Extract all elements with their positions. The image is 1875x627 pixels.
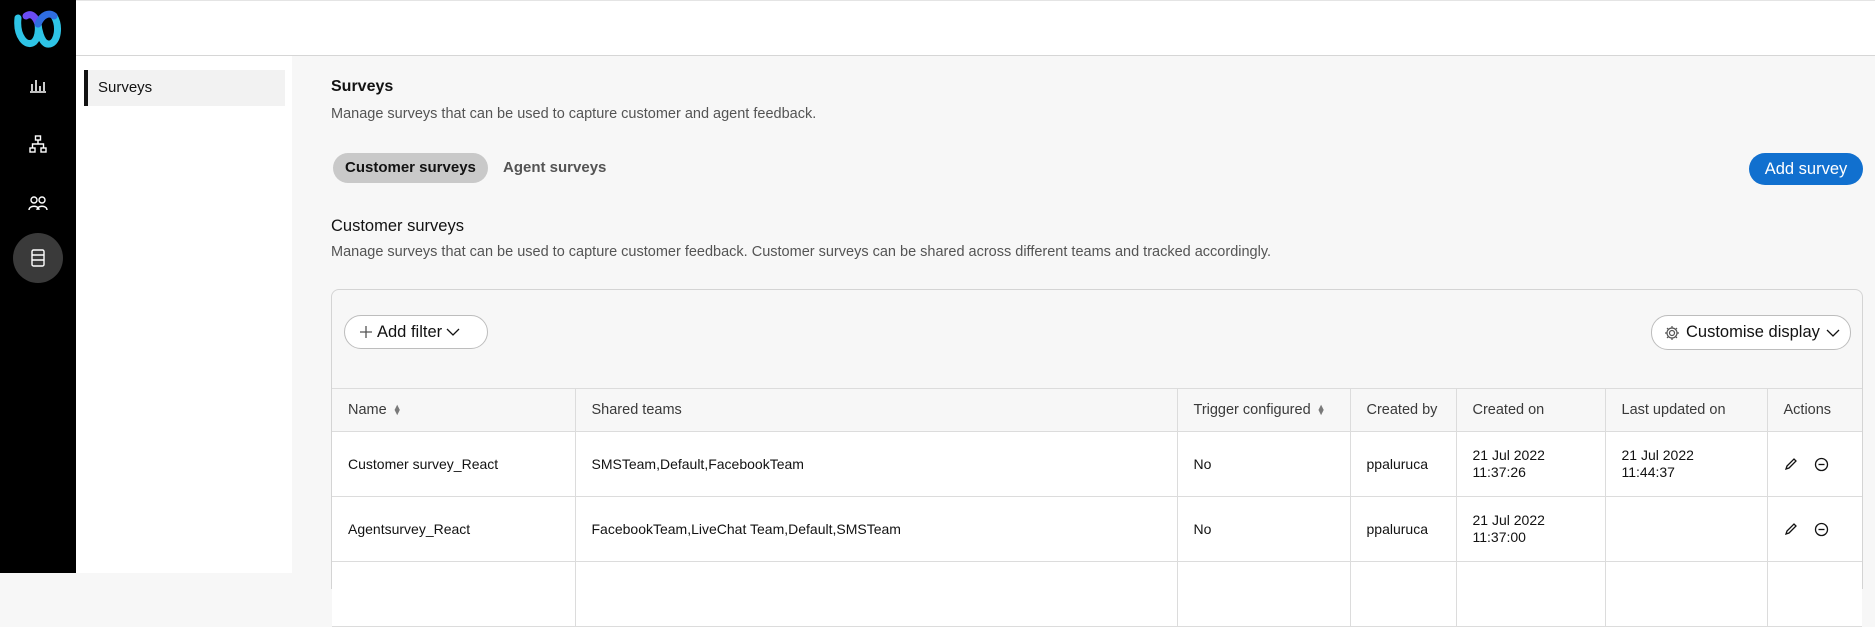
column-header-trigger[interactable]: Trigger configured ▲ ▼ [1177, 388, 1351, 432]
section-title: Customer surveys [331, 217, 464, 235]
tab-customer-surveys[interactable]: Customer surveys [333, 153, 488, 183]
top-bar [76, 0, 1875, 56]
page-description: Manage surveys that can be used to captu… [331, 106, 817, 122]
page-title: Surveys [331, 78, 394, 95]
cell-created-on: 21 Jul 2022 11:37:26 [1456, 431, 1606, 497]
table-header-row: Name ▲ ▼ Shared teams Trigger configured ▲ ▼… [332, 388, 1862, 432]
column-header-actions: Actions [1767, 388, 1862, 432]
column-header-name[interactable]: Name ▲ ▼ [332, 388, 576, 432]
table-row: Agentsurvey_React FacebookTeam,LiveChat … [332, 496, 1862, 562]
cell-actions [1767, 431, 1862, 497]
cell-shared-teams: SMSTeam,Default,FacebookTeam [575, 431, 1178, 497]
table-row: Customer survey_React SMSTeam,Default,Fa… [332, 431, 1862, 497]
column-header-last-updated: Last updated on [1605, 388, 1768, 432]
side-nav: Surveys [76, 56, 292, 573]
teams-icon[interactable] [24, 189, 52, 217]
cell-name: Customer survey_React [332, 431, 576, 497]
chevron-down-icon [1826, 329, 1840, 337]
add-filter-label: Add filter [377, 322, 443, 341]
flow-icon[interactable] [24, 130, 52, 158]
remove-icon[interactable] [1814, 522, 1829, 537]
cell-actions [1767, 496, 1862, 562]
surveys-panel: Add filter Customise display Name ▲ ▼ Shar… [331, 289, 1863, 627]
customise-display-label: Customise display [1686, 323, 1820, 341]
cell-trigger: No [1177, 431, 1351, 497]
add-survey-button[interactable]: Add survey [1749, 153, 1863, 185]
cell-created-by: ppaluruca [1350, 431, 1457, 497]
webex-logo [14, 10, 61, 48]
section-description: Manage surveys that can be used to captu… [331, 244, 1272, 260]
cell-last-updated [1605, 496, 1768, 562]
gear-icon [1665, 325, 1679, 340]
sort-icon[interactable]: ▲ ▼ [393, 403, 402, 417]
sort-icon[interactable]: ▲ ▼ [1317, 403, 1326, 417]
customise-display-button[interactable]: Customise display [1651, 315, 1851, 350]
surveys-table: Name ▲ ▼ Shared teams Trigger configured ▲ ▼… [332, 388, 1862, 627]
cell-trigger: No [1177, 496, 1351, 562]
survey-icon[interactable] [24, 244, 52, 272]
edit-icon[interactable] [1784, 457, 1798, 471]
column-header-shared-teams: Shared teams [575, 388, 1178, 432]
cell-created-by: ppaluruca [1350, 496, 1457, 562]
edit-icon[interactable] [1784, 522, 1798, 536]
add-filter-button[interactable]: Add filter [344, 315, 488, 349]
tab-agent-surveys[interactable]: Agent surveys [491, 153, 618, 183]
left-rail [0, 0, 76, 573]
analytics-icon[interactable] [24, 71, 52, 99]
cell-shared-teams: FacebookTeam,LiveChat Team,Default,SMSTe… [575, 496, 1178, 562]
chevron-down-icon [446, 328, 460, 336]
plus-icon [360, 326, 372, 338]
sidenav-item-surveys[interactable]: Surveys [84, 70, 285, 106]
column-header-created-by: Created by [1350, 388, 1457, 432]
cell-last-updated: 21 Jul 2022 11:44:37 [1605, 431, 1768, 497]
remove-icon[interactable] [1814, 457, 1829, 472]
column-header-created-on: Created on [1456, 388, 1606, 432]
table-row [332, 561, 1862, 627]
cell-created-on: 21 Jul 2022 11:37:00 [1456, 496, 1606, 562]
cell-name: Agentsurvey_React [332, 496, 576, 562]
main-content: Surveys Manage surveys that can be used … [292, 56, 1875, 627]
